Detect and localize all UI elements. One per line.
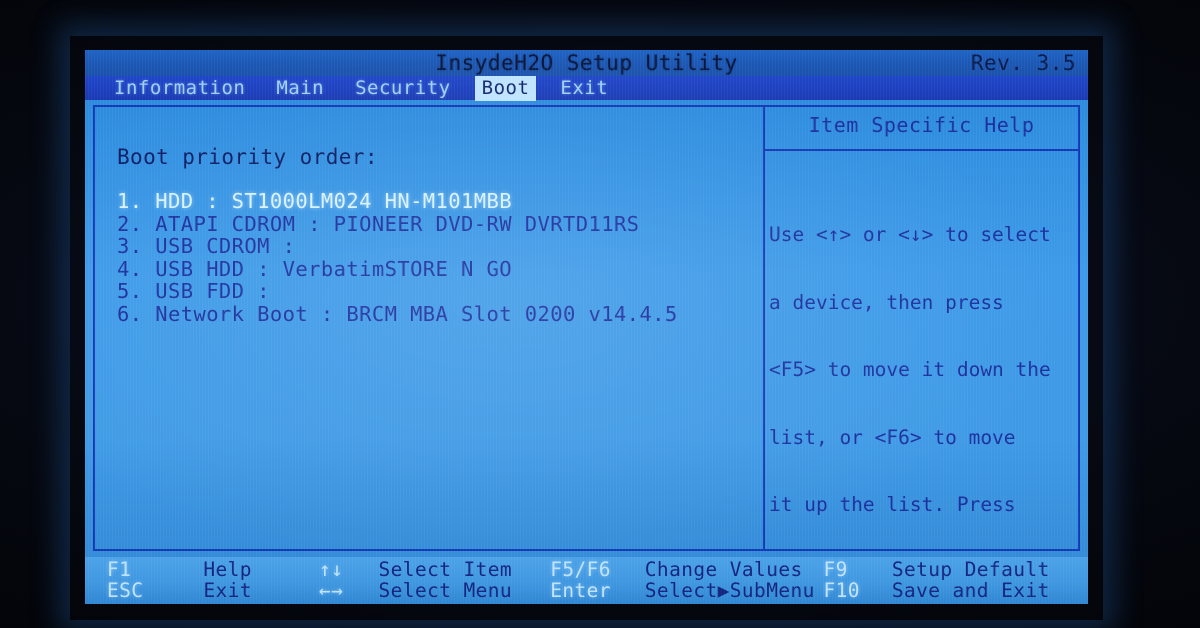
title-bar: InsydeH2O Setup Utility Rev. 3.5	[85, 50, 1088, 76]
tab-information[interactable]: Information	[107, 76, 252, 101]
tab-security[interactable]: Security	[348, 76, 458, 101]
key-updown-label: Select Item	[378, 558, 513, 581]
key-f5-f6-label: Change Values	[644, 558, 803, 581]
tab-boot[interactable]: Boot	[474, 75, 537, 101]
boot-list-item-4[interactable]: 4. USB HDD : VerbatimSTORE N GO	[117, 257, 747, 281]
item-specific-help-panel: Item Specific Help Use <↑> or <↓> to sel…	[763, 105, 1080, 583]
boot-list-item-5[interactable]: 5. USB FDD :	[117, 280, 747, 303]
key-enter-label: Select▶SubMenu	[644, 579, 815, 602]
key-leftright-label: Select Menu	[378, 579, 513, 602]
key-f10-label: Save and Exit	[891, 579, 1050, 602]
key-esc[interactable]: ESC	[107, 579, 203, 602]
key-f9[interactable]: F9	[823, 558, 891, 581]
key-f9-label: Setup Default	[891, 558, 1050, 581]
function-key-row-2: ESC Exit ←→ Select Menu Enter Select▶Sub…	[107, 579, 1067, 602]
boot-list-item-6[interactable]: 6. Network Boot : BRCM MBA Slot 0200 v14…	[117, 302, 747, 326]
key-f1[interactable]: F1	[107, 558, 203, 581]
boot-priority-list[interactable]: 1. HDD : ST1000LM024 HN-M101MBB 2. ATAPI…	[117, 190, 747, 325]
key-leftright-icon[interactable]: ←→	[319, 579, 379, 602]
help-line-4: list, or <F6> to move	[769, 425, 1016, 449]
function-key-bar: F1 Help ↑↓ Select Item F5/F6 Change Valu…	[85, 557, 1088, 604]
help-line-3: <F5> to move it down the	[769, 358, 1051, 381]
boot-priority-heading: Boot priority order:	[117, 145, 378, 169]
key-enter[interactable]: Enter	[550, 579, 645, 602]
help-line-2: a device, then press	[769, 290, 1004, 314]
tab-main[interactable]: Main	[269, 76, 331, 101]
function-key-row-1: F1 Help ↑↓ Select Item F5/F6 Change Valu…	[107, 558, 1067, 581]
boot-list-item-3[interactable]: 3. USB CDROM :	[117, 235, 747, 258]
revision-label: Rev. 3.5	[970, 51, 1076, 75]
key-f1-label: Help	[203, 558, 252, 581]
key-f10[interactable]: F10	[823, 579, 891, 602]
help-panel-body: Use <↑> or <↓> to select a device, then …	[769, 179, 1079, 604]
help-line-1: Use <↑> or <↓> to select	[769, 223, 1051, 246]
help-line-5: it up the list. Press	[769, 493, 1016, 516]
bios-screen: InsydeH2O Setup Utility Rev. 3.5 Informa…	[85, 50, 1088, 604]
key-esc-label: Exit	[203, 579, 252, 602]
boot-list-item-1[interactable]: 1. HDD : ST1000LM024 HN-M101MBB	[117, 190, 747, 213]
key-f5-f6[interactable]: F5/F6	[550, 558, 645, 581]
function-key-rows: F1 Help ↑↓ Select Item F5/F6 Change Valu…	[107, 558, 1067, 602]
help-panel-title: Item Specific Help	[808, 113, 1035, 137]
key-updown-icon[interactable]: ↑↓	[319, 558, 379, 581]
help-panel-divider	[765, 149, 1078, 151]
content-panels: Boot priority order: 1. HDD : ST1000LM02…	[93, 105, 1080, 583]
tab-exit[interactable]: Exit	[553, 76, 615, 101]
boot-list-item-2[interactable]: 2. ATAPI CDROM : PIONEER DVD-RW DVRTD11R…	[117, 212, 747, 236]
boot-priority-panel: Boot priority order: 1. HDD : ST1000LM02…	[93, 105, 765, 551]
menu-bar[interactable]: Information Main Security Boot Exit	[85, 75, 1088, 101]
page-title: InsydeH2O Setup Utility	[435, 51, 738, 75]
